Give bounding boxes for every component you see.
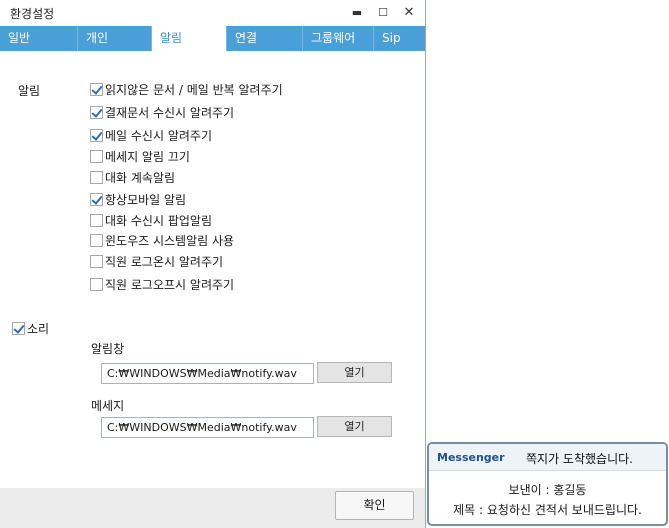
- option-label: 대화 계속알림: [105, 170, 176, 185]
- option-label: 읽지않은 문서 / 메일 반복 알려주기: [105, 82, 283, 97]
- tab-groupware[interactable]: 그룹웨어: [303, 26, 374, 51]
- checkbox[interactable]: [90, 192, 103, 206]
- checkbox[interactable]: [12, 322, 25, 335]
- option-label: 윈도우즈 시스템알림 사용: [105, 233, 235, 248]
- alerts-section-label: 알림: [18, 84, 41, 98]
- option-label: 항상모바일 알림: [105, 192, 187, 207]
- option-unread-repeat[interactable]: 읽지않은 문서 / 메일 반복 알려주기: [90, 81, 283, 97]
- option-label: 직원 로그오프시 알려주기: [105, 277, 235, 292]
- ok-button[interactable]: 확인: [335, 491, 414, 520]
- checkbox[interactable]: [90, 277, 103, 291]
- sound-label: 소리: [27, 322, 50, 336]
- notification-sender: 보낸이 : 홍길동: [508, 483, 587, 497]
- tab-bar: 일반 개인 알림 연결 그룹웨어 Sip: [0, 26, 425, 52]
- footer-bar: 확인: [0, 488, 425, 528]
- alert-window-open-button[interactable]: 열기: [317, 362, 392, 383]
- messenger-brand: Messenger: [437, 451, 505, 464]
- settings-window: 환경설정 ▬ ☐ ✕ 일반 개인 알림 연결 그룹웨어 Sip 알림 읽지않은 …: [0, 0, 426, 528]
- checkbox[interactable]: [90, 128, 103, 142]
- window-title: 환경설정: [10, 7, 55, 21]
- option-label: 대화 수신시 팝업알림: [105, 213, 212, 228]
- option-always-mobile[interactable]: 항상모바일 알림: [90, 191, 186, 207]
- option-chat-popup[interactable]: 대화 수신시 팝업알림: [90, 212, 212, 228]
- tab-general[interactable]: 일반: [0, 26, 78, 51]
- option-staff-logoff[interactable]: 직원 로그오프시 알려주기: [90, 276, 234, 292]
- checkbox[interactable]: [90, 82, 103, 96]
- tab-sip[interactable]: Sip: [374, 26, 425, 51]
- checkbox[interactable]: [90, 213, 103, 227]
- notification-header: Messenger 쪽지가 도착했습니다.: [429, 444, 666, 471]
- option-label: 메일 수신시 알려주기: [105, 128, 212, 143]
- option-mail-received[interactable]: 메일 수신시 알려주기: [90, 127, 212, 143]
- checkbox[interactable]: [90, 170, 103, 184]
- checkbox[interactable]: [90, 105, 103, 119]
- maximize-button[interactable]: ☐: [372, 3, 394, 23]
- tab-connection[interactable]: 연결: [227, 26, 303, 51]
- close-button[interactable]: ✕: [398, 3, 420, 23]
- option-label: 메세지 알림 끄기: [105, 149, 190, 164]
- tab-alerts[interactable]: 알림: [152, 26, 227, 52]
- alerts-panel: 알림 읽지않은 문서 / 메일 반복 알려주기 결재문서 수신시 알려주기 메일…: [0, 51, 425, 488]
- option-message-alert-off[interactable]: 메세지 알림 끄기: [90, 148, 190, 164]
- message-open-button[interactable]: 열기: [317, 416, 392, 437]
- option-label: 결재문서 수신시 알려주기: [105, 105, 235, 120]
- option-approval-received[interactable]: 결재문서 수신시 알려주기: [90, 104, 234, 120]
- notification-title: 쪽지가 도착했습니다.: [526, 452, 633, 466]
- checkbox[interactable]: [90, 149, 103, 163]
- minimize-button[interactable]: ▬: [346, 3, 368, 23]
- tab-personal[interactable]: 개인: [78, 26, 152, 51]
- option-staff-logon[interactable]: 직원 로그온시 알려주기: [90, 253, 223, 269]
- alert-window-sound-path[interactable]: C:₩WINDOWS₩Media₩notify.wav: [101, 363, 314, 384]
- notification-subject: 제목 : 요청하신 견적서 보내드립니다.: [453, 503, 642, 517]
- title-bar: 환경설정 ▬ ☐ ✕: [0, 0, 425, 26]
- sound-option[interactable]: 소리: [12, 320, 49, 337]
- message-sound-path[interactable]: C:₩WINDOWS₩Media₩notify.wav: [101, 417, 314, 438]
- alert-window-label: 알림창: [91, 342, 125, 356]
- option-chat-continuous[interactable]: 대화 계속알림: [90, 169, 175, 185]
- option-windows-system-alert[interactable]: 윈도우즈 시스템알림 사용: [90, 232, 234, 248]
- messenger-notification[interactable]: Messenger 쪽지가 도착했습니다. 보낸이 : 홍길동 제목 : 요청하…: [427, 442, 668, 526]
- checkbox[interactable]: [90, 233, 103, 247]
- message-label: 메세지: [91, 399, 125, 413]
- option-label: 직원 로그온시 알려주기: [105, 254, 224, 269]
- checkbox[interactable]: [90, 254, 103, 268]
